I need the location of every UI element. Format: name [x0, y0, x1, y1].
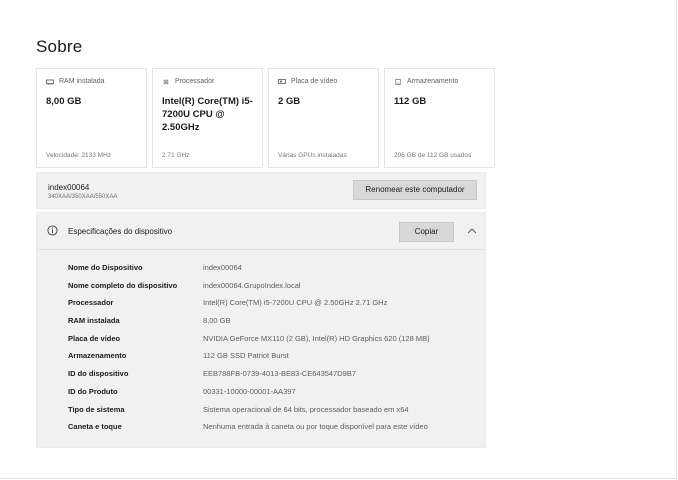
spec-label: Armazenamento: [68, 351, 127, 361]
spec-label: Nome completo do dispositivo: [68, 280, 178, 290]
spec-row: Caneta e toque Nenhuma entrada à caneta …: [68, 422, 478, 440]
card-processor: Processador Intel(R) Core(TM) i5-7200U C…: [152, 68, 263, 168]
device-specs-title: Especificações do dispositivo: [68, 227, 173, 236]
spec-row: ID do dispositivo EEB788FB-0739-4013-BE8…: [68, 369, 478, 387]
spec-value: index00064: [203, 263, 242, 272]
device-specs-panel: Especificações do dispositivo Copiar Nom…: [36, 212, 486, 448]
processor-icon: [163, 79, 169, 84]
spec-label: Nome do Dispositivo: [68, 263, 143, 272]
spec-row: Processador Intel(R) Core(TM) i5-7200U C…: [68, 298, 478, 316]
spec-row: Tipo de sistema Sistema operacional de 6…: [68, 405, 478, 423]
device-specs-header[interactable]: Especificações do dispositivo Copiar: [37, 213, 485, 250]
spec-value: 8,00 GB: [203, 316, 231, 326]
spec-value: Nenhuma entrada à caneta ou por toque di…: [203, 422, 428, 432]
rename-pc-button[interactable]: Renomear este computador: [353, 180, 477, 200]
spec-label: Caneta e toque: [68, 422, 122, 432]
chevron-up-icon[interactable]: [467, 228, 477, 234]
spec-list: Nome do Dispositivo index00064 Nome comp…: [68, 263, 478, 440]
spec-value: index00064.GrupoIndex.local: [203, 280, 301, 290]
spec-value: Intel(R) Core(TM) i5-7200U CPU @ 2.50GHz…: [203, 298, 388, 308]
spec-value: Sistema operacional de 64 bits, processa…: [203, 404, 409, 414]
card-value: 8,00 GB: [46, 96, 82, 107]
spec-value: EEB788FB-0739-4013-BE83-CE643547D9B7: [203, 369, 357, 379]
spec-label: Processador: [68, 298, 114, 308]
card-label: Processador: [175, 78, 215, 85]
card-header: Processador: [162, 78, 214, 85]
card-label: Placa de vídeo: [291, 78, 338, 85]
card-subtext: 206 GB de 112 GB usados: [394, 152, 472, 159]
card-value: Intel(R) Core(TM) i5-7200U CPU @ 2.50GHz: [162, 96, 253, 133]
spec-value: 00331-10000-00001-AA397: [203, 386, 296, 396]
card-ram: RAM instalada 8,00 GB Velocidade: 2133 M…: [36, 68, 147, 168]
card-subtext: 2.71 GHz: [162, 152, 190, 159]
card-subtext: Velocidade: 2133 MHz: [46, 152, 112, 159]
card-storage: Armazenamento 112 GB 206 GB de 112 GB us…: [384, 68, 495, 168]
card-header: RAM instalada: [46, 78, 105, 85]
device-name-bar: index00064 340XAA/350XAA/550XAA Renomear…: [36, 172, 486, 209]
spec-label: ID do dispositivo: [68, 369, 129, 379]
summary-cards: RAM instalada 8,00 GB Velocidade: 2133 M…: [36, 68, 495, 168]
card-header: Armazenamento: [394, 78, 458, 85]
spec-label: Tipo de sistema: [68, 404, 125, 414]
spec-label: ID do Produto: [68, 386, 118, 396]
graphics-card-icon: [278, 78, 286, 84]
spec-row: Nome completo do dispositivo index00064.…: [68, 281, 478, 299]
spec-row: ID do Produto 00331-10000-00001-AA397: [68, 387, 478, 405]
spec-value: NVIDIA GeForce MX110 (2 GB), Intel(R) HD…: [203, 333, 430, 343]
card-value: 2 GB: [278, 96, 301, 107]
page-title: Sobre: [36, 37, 83, 56]
spec-row: Armazenamento 112 GB SSD Patriot Burst: [68, 351, 478, 369]
card-value: 112 GB: [394, 96, 427, 107]
card-graphics: Placa de vídeo 2 GB Várias GPUs instalad…: [268, 68, 379, 168]
card-label: RAM instalada: [59, 78, 105, 85]
info-icon: [47, 225, 58, 236]
card-header: Placa de vídeo: [278, 78, 337, 85]
card-subtext: Várias GPUs instaladas: [278, 152, 347, 159]
spec-row: Nome do Dispositivo index00064: [68, 263, 478, 281]
device-name: index00064: [48, 183, 90, 192]
storage-icon: [395, 78, 401, 85]
device-model: 340XAA/350XAA/550XAA: [48, 194, 118, 200]
spec-label: RAM instalada: [68, 316, 120, 326]
spec-label: Placa de vídeo: [68, 333, 121, 343]
ram-icon: [46, 79, 54, 85]
spec-row: RAM instalada 8,00 GB: [68, 316, 478, 334]
spec-row: Placa de vídeo NVIDIA GeForce MX110 (2 G…: [68, 334, 478, 352]
spec-value: 112 GB SSD Patriot Burst: [203, 351, 289, 361]
copy-button[interactable]: Copiar: [399, 222, 454, 242]
card-label: Armazenamento: [407, 78, 459, 85]
